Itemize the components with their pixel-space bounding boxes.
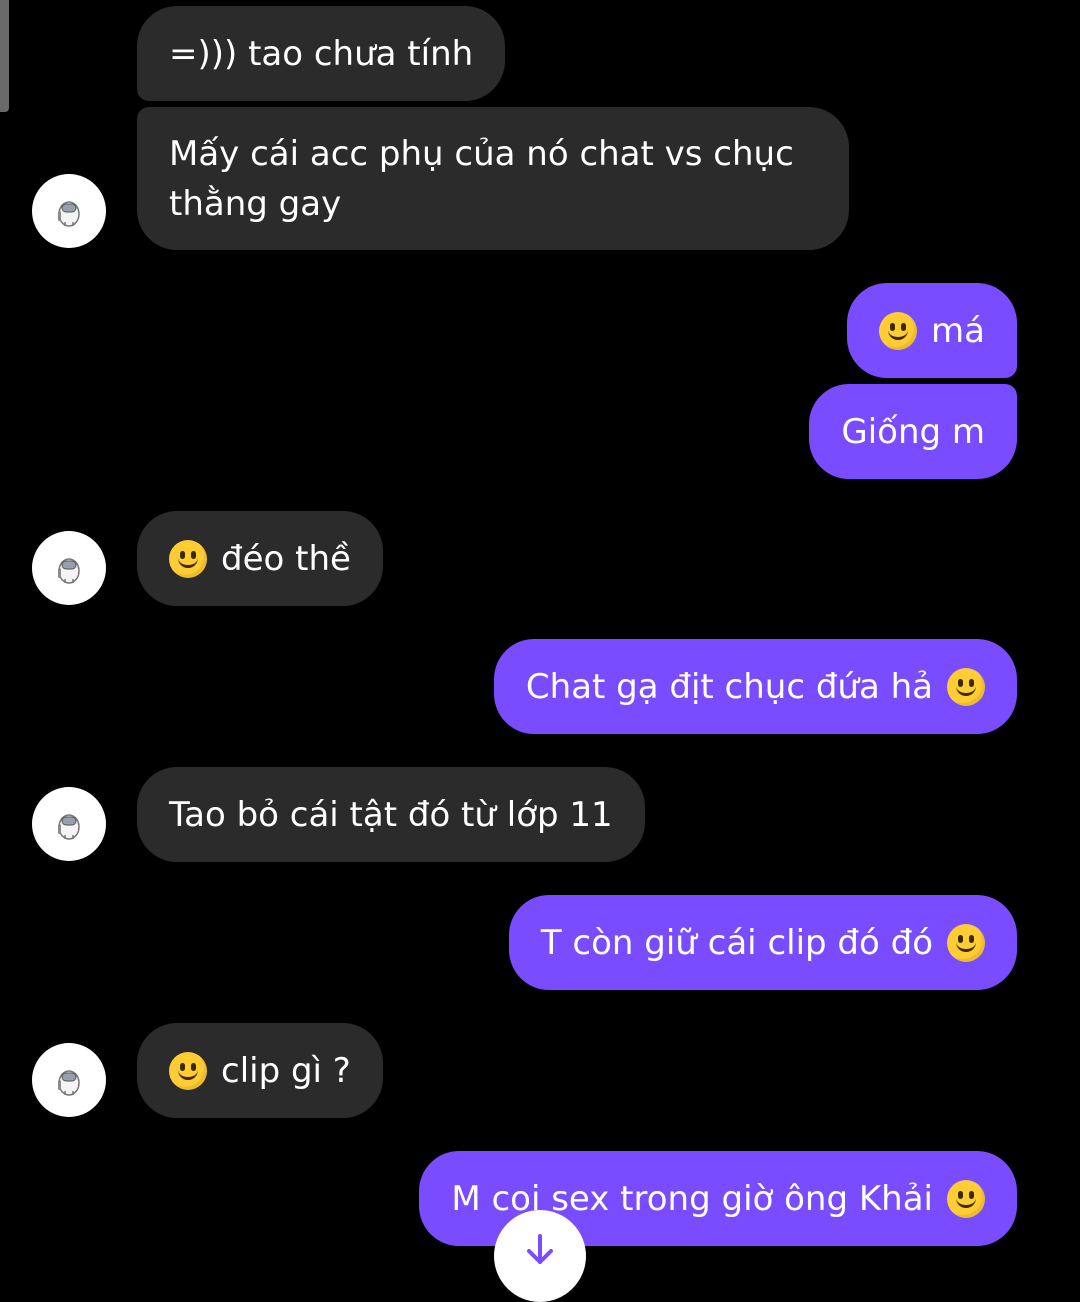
message-text: đéo thề — [221, 538, 351, 579]
message-bubble-outgoing[interactable]: Chat gạ địt chục đứa hả — [493, 639, 1017, 734]
arrow-down-icon — [527, 1234, 553, 1264]
message-bubble-incoming[interactable]: Tao bỏ cái tật đó từ lớp 11 — [137, 767, 645, 862]
scrollbar-thumb[interactable] — [0, 0, 9, 112]
contact-avatar[interactable] — [32, 531, 106, 605]
slightly-smiling-face-icon — [169, 1051, 207, 1090]
message-bubble-incoming[interactable]: =))) tao chưa tính — [137, 6, 506, 101]
message-text: Tao bỏ cái tật đó từ lớp 11 — [169, 794, 613, 835]
message-bubble-outgoing[interactable]: Giống m — [809, 384, 1017, 479]
message-text: clip gì ? — [221, 1050, 351, 1091]
slightly-smiling-face-icon — [947, 1179, 985, 1218]
contact-avatar[interactable] — [32, 174, 106, 248]
message-text: =))) tao chưa tính — [169, 33, 474, 74]
message-bubble-outgoing[interactable]: T còn giữ cái clip đó đó — [508, 895, 1017, 990]
slightly-smiling-face-icon — [169, 539, 207, 578]
message-text: má — [931, 310, 985, 351]
message-bubble-outgoing[interactable]: má — [847, 283, 1017, 378]
message-bubble-incoming[interactable]: clip gì ? — [137, 1023, 383, 1118]
astronaut-avatar-icon — [58, 558, 80, 584]
message-text: Chat gạ địt chục đứa hả — [525, 666, 933, 707]
message-bubble-incoming[interactable]: Mấy cái acc phụ của nó chat vs chục thằn… — [137, 107, 849, 250]
message-text: T còn giữ cái clip đó đó — [540, 922, 933, 963]
message-bubble-incoming[interactable]: đéo thề — [137, 511, 383, 606]
contact-avatar[interactable] — [32, 1043, 106, 1117]
slightly-smiling-face-icon — [947, 667, 985, 706]
message-text: Giống m — [841, 411, 985, 452]
astronaut-avatar-icon — [58, 814, 80, 840]
astronaut-avatar-icon — [58, 1070, 80, 1096]
message-text: Mấy cái acc phụ của nó chat vs chục thằn… — [169, 133, 794, 224]
scroll-to-bottom-button[interactable] — [494, 1210, 586, 1302]
slightly-smiling-face-icon — [879, 311, 918, 350]
astronaut-avatar-icon — [58, 201, 80, 227]
contact-avatar[interactable] — [32, 787, 106, 861]
slightly-smiling-face-icon — [947, 923, 985, 962]
